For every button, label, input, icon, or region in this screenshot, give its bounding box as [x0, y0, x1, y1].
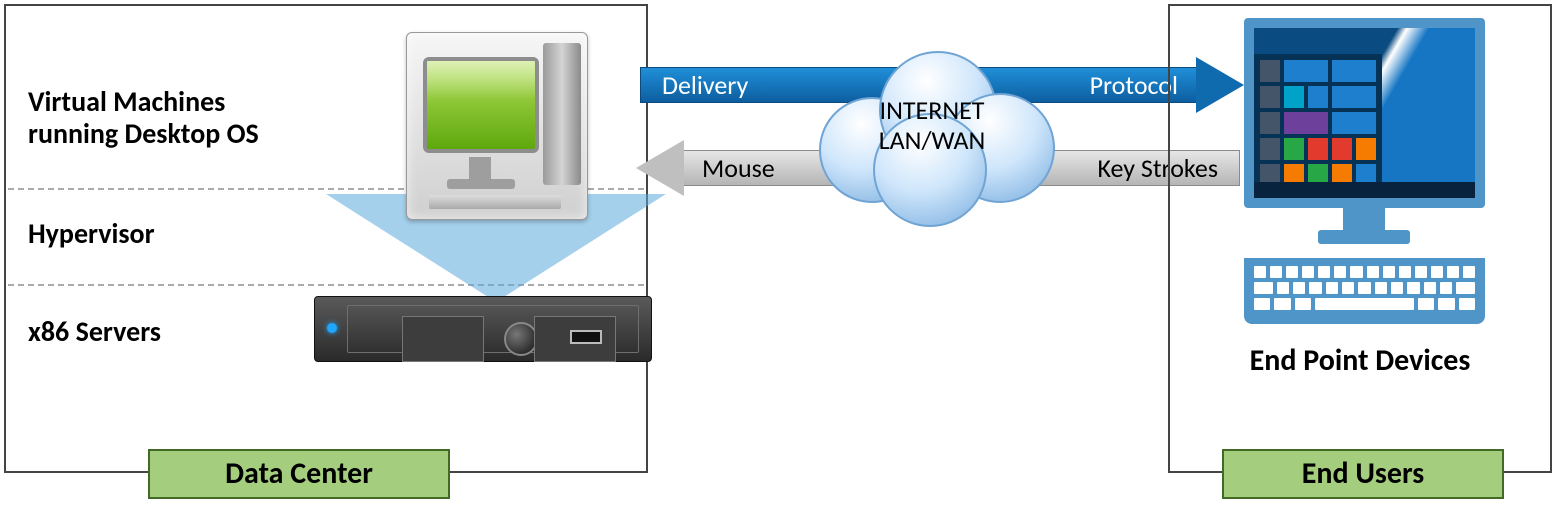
client-monitor-icon	[1244, 18, 1485, 208]
vdi-architecture-diagram: Virtual Machines running Desktop OS Hype…	[0, 0, 1559, 514]
endpoint-devices-label: End Point Devices	[1168, 342, 1552, 379]
monitor-base-icon	[447, 179, 515, 189]
optical-slot-icon	[570, 330, 602, 344]
monitor-stand-icon	[469, 157, 491, 179]
pc-tower-icon	[543, 43, 581, 185]
power-button-icon	[504, 322, 538, 356]
cloud-label-line2: LAN/WAN	[800, 126, 1064, 156]
keyboard-icon	[429, 195, 561, 209]
power-led-icon	[327, 323, 337, 333]
endpoint-device-icon	[1244, 18, 1485, 327]
start-menu-icon	[1254, 54, 1382, 182]
layer-label-vm: Virtual Machines running Desktop OS	[28, 86, 259, 150]
cloud-label: INTERNET LAN/WAN	[800, 96, 1064, 156]
keyboard-icon	[1244, 258, 1485, 324]
server-faceplate-icon	[347, 305, 639, 353]
rack-server-icon	[314, 296, 652, 362]
monitor-icon	[423, 57, 539, 153]
arrow-label-mouse: Mouse	[702, 150, 775, 186]
layer-label-hypervisor: Hypervisor	[28, 218, 155, 250]
taskbar-icon	[1254, 182, 1475, 198]
desktop-vm-icon	[406, 32, 588, 220]
endusers-title-plate: End Users	[1222, 449, 1504, 499]
cloud-label-line1: INTERNET	[800, 96, 1064, 126]
layer-label-servers: x86 Servers	[28, 316, 161, 348]
arrow-label-protocol: Protocol	[1090, 67, 1178, 103]
monitor-base-icon	[1318, 230, 1410, 244]
datacenter-title-plate: Data Center	[148, 449, 450, 499]
drive-bay-icon	[402, 316, 484, 362]
text: Virtual Machines running Desktop OS	[28, 84, 259, 151]
arrow-head-left-icon	[636, 140, 684, 196]
client-screen-icon	[1254, 28, 1475, 198]
arrow-label-delivery: Delivery	[662, 67, 748, 103]
